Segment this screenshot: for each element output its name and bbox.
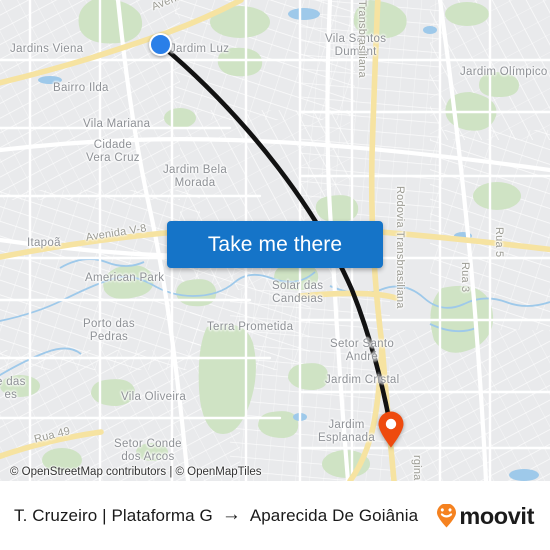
footer-bar: T. Cruzeiro | Plataforma G → Aparecida D… [0, 481, 550, 550]
route-destination-label: Aparecida De Goiânia [249, 505, 419, 525]
route-origin-label: T. Cruzeiro | Plataforma G [14, 505, 213, 525]
route-summary: T. Cruzeiro | Plataforma G → Aparecida D… [14, 504, 419, 526]
moovit-pin-icon [437, 503, 457, 527]
map-attribution[interactable]: © OpenStreetMap contributors | © OpenMap… [10, 466, 262, 478]
destination-pin[interactable] [377, 410, 405, 448]
moovit-route-screenshot: Jardins Viena Jardim Luz Vila Santos Dumon… [0, 0, 550, 550]
map-canvas[interactable]: Jardins Viena Jardim Luz Vila Santos Dumon… [0, 0, 550, 481]
moovit-logo[interactable]: moovit [436, 502, 534, 529]
arrow-right-icon: → [221, 504, 241, 525]
origin-dot[interactable] [149, 33, 172, 56]
take-me-there-button[interactable]: Take me there [167, 221, 383, 268]
moovit-wordmark: moovit [459, 502, 534, 529]
